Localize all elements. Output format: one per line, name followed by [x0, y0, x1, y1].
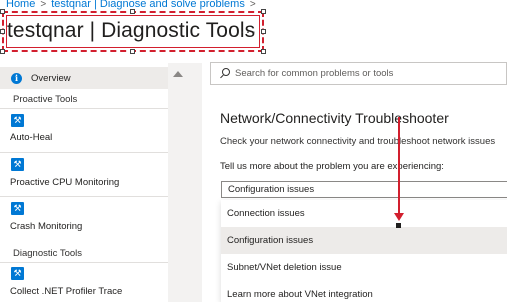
sidebar: i Overview Proactive Tools ⚒ Auto-Heal ⚒… [0, 63, 188, 302]
divider [0, 262, 168, 263]
breadcrumb-home[interactable]: Home [6, 0, 35, 10]
section-header-diagnostic: Diagnostic Tools [13, 248, 83, 259]
more-options-button[interactable]: ··· [240, 23, 257, 39]
divider [0, 108, 168, 109]
divider [0, 152, 168, 153]
resize-handle [261, 9, 266, 14]
problem-prompt-label: Tell us more about the problem you are e… [220, 161, 444, 172]
sidebar-item-crash-monitoring[interactable]: ⚒ Crash Monitoring [0, 198, 168, 238]
resize-handle [130, 49, 135, 54]
search-input[interactable]: Search for common problems or tools [210, 62, 507, 85]
tool-icon: ⚒ [11, 202, 24, 215]
page-title: testqnar | Diagnostic Tools [7, 19, 256, 42]
troubleshooter-description: Check your network connectivity and trou… [220, 136, 496, 147]
sidebar-scrollbar[interactable] [168, 63, 188, 302]
arrow-down-icon [394, 213, 404, 221]
search-icon [219, 68, 230, 79]
sidebar-item-proactive-cpu-monitoring[interactable]: ⚒ Proactive CPU Monitoring [0, 154, 168, 194]
dropdown-options-list: Connection issues Configuration issues S… [221, 200, 507, 302]
annotation-arrow [398, 117, 400, 219]
troubleshooter-heading: Network/Connectivity Troubleshooter [220, 110, 449, 126]
sidebar-item-collect-net-profiler-trace[interactable]: ⚒ Collect .NET Profiler Trace [0, 264, 168, 302]
scroll-up-icon[interactable] [173, 71, 183, 77]
sidebar-item-overview[interactable]: i Overview [0, 67, 168, 89]
main-scrollbar-track[interactable] [188, 63, 202, 302]
dropdown-option-learn-more-vnet[interactable]: Learn more about VNet integration [221, 281, 507, 302]
search-placeholder: Search for common problems or tools [235, 68, 394, 79]
resize-handle [261, 49, 266, 54]
sidebar-item-label: Auto-Heal [10, 132, 53, 143]
tool-icon: ⚒ [11, 267, 24, 280]
chevron-right-icon: > [249, 0, 256, 10]
tool-icon: ⚒ [11, 158, 24, 171]
tool-icon: ⚒ [11, 114, 24, 127]
resize-handle [130, 9, 135, 14]
sidebar-item-auto-heal[interactable]: ⚒ Auto-Heal [0, 110, 168, 150]
sidebar-item-label: Overview [31, 72, 71, 84]
dropdown-option-connection-issues[interactable]: Connection issues [221, 200, 507, 227]
problem-dropdown[interactable]: Configuration issues [221, 181, 507, 198]
info-icon: i [11, 72, 22, 84]
sidebar-item-label: Proactive CPU Monitoring [10, 177, 120, 188]
breadcrumb-diagnose[interactable]: testqnar | Diagnose and solve problems [51, 0, 245, 10]
dropdown-option-configuration-issues[interactable]: Configuration issues [221, 227, 507, 254]
resize-handle [261, 29, 266, 34]
divider [0, 196, 168, 197]
sidebar-item-label: Collect .NET Profiler Trace [10, 286, 123, 297]
annotation-arrow-endpoint [396, 223, 401, 228]
dropdown-option-subnet-vnet-deletion[interactable]: Subnet/VNet deletion issue [221, 254, 507, 281]
chevron-right-icon: > [40, 0, 47, 10]
section-header-proactive: Proactive Tools [13, 94, 78, 105]
resize-handle [0, 49, 5, 54]
resize-handle [0, 9, 5, 14]
resize-handle [0, 29, 5, 34]
sidebar-item-label: Crash Monitoring [10, 221, 83, 232]
